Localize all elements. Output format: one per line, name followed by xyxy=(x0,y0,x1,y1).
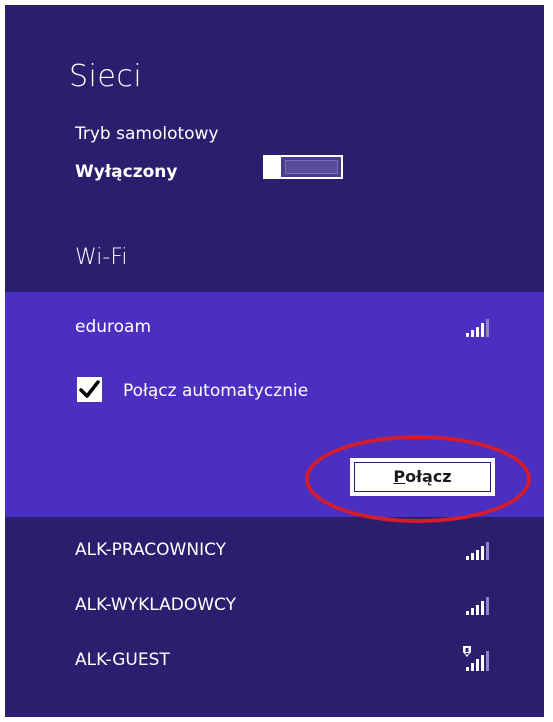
signal-strength-icon xyxy=(464,319,494,337)
network-row-alk-wykladowcy[interactable]: ALK-WYKLADOWCY xyxy=(5,585,544,625)
wifi-section-title: Wi-Fi xyxy=(75,245,128,270)
signal-strength-icon xyxy=(464,542,494,560)
checkmark-icon xyxy=(79,380,100,398)
network-name: ALK-PRACOWNICY xyxy=(75,540,227,560)
network-row-alk-pracownicy[interactable]: ALK-PRACOWNICY xyxy=(5,530,544,570)
signal-warning-icon xyxy=(457,645,497,671)
toggle-thumb xyxy=(265,155,281,179)
signal-strength-icon xyxy=(464,597,494,615)
networks-panel: Sieci Tryb samolotowy Wyłączony Wi-Fi ed… xyxy=(5,5,544,717)
auto-connect-label: Połącz automatycznie xyxy=(123,381,309,401)
airplane-mode-state: Wyłączony xyxy=(75,162,178,182)
toggle-track xyxy=(285,160,338,174)
network-name: ALK-WYKLADOWCY xyxy=(75,595,236,615)
airplane-mode-toggle[interactable] xyxy=(263,155,343,179)
network-name: eduroam xyxy=(75,317,152,337)
connect-button-hotkey: P xyxy=(393,467,406,486)
connect-button-label: ołącz xyxy=(405,467,452,486)
airplane-mode-label: Tryb samolotowy xyxy=(75,124,219,144)
network-name: ALK-GUEST xyxy=(75,650,170,670)
auto-connect-checkbox[interactable] xyxy=(77,377,102,402)
selected-network-eduroam[interactable]: eduroam Połącz automatycznie Połącz xyxy=(5,292,544,523)
panel-title: Sieci xyxy=(69,59,143,94)
network-row-alk-guest[interactable]: ALK-GUEST xyxy=(5,640,544,680)
connect-button[interactable]: Połącz xyxy=(350,458,495,496)
